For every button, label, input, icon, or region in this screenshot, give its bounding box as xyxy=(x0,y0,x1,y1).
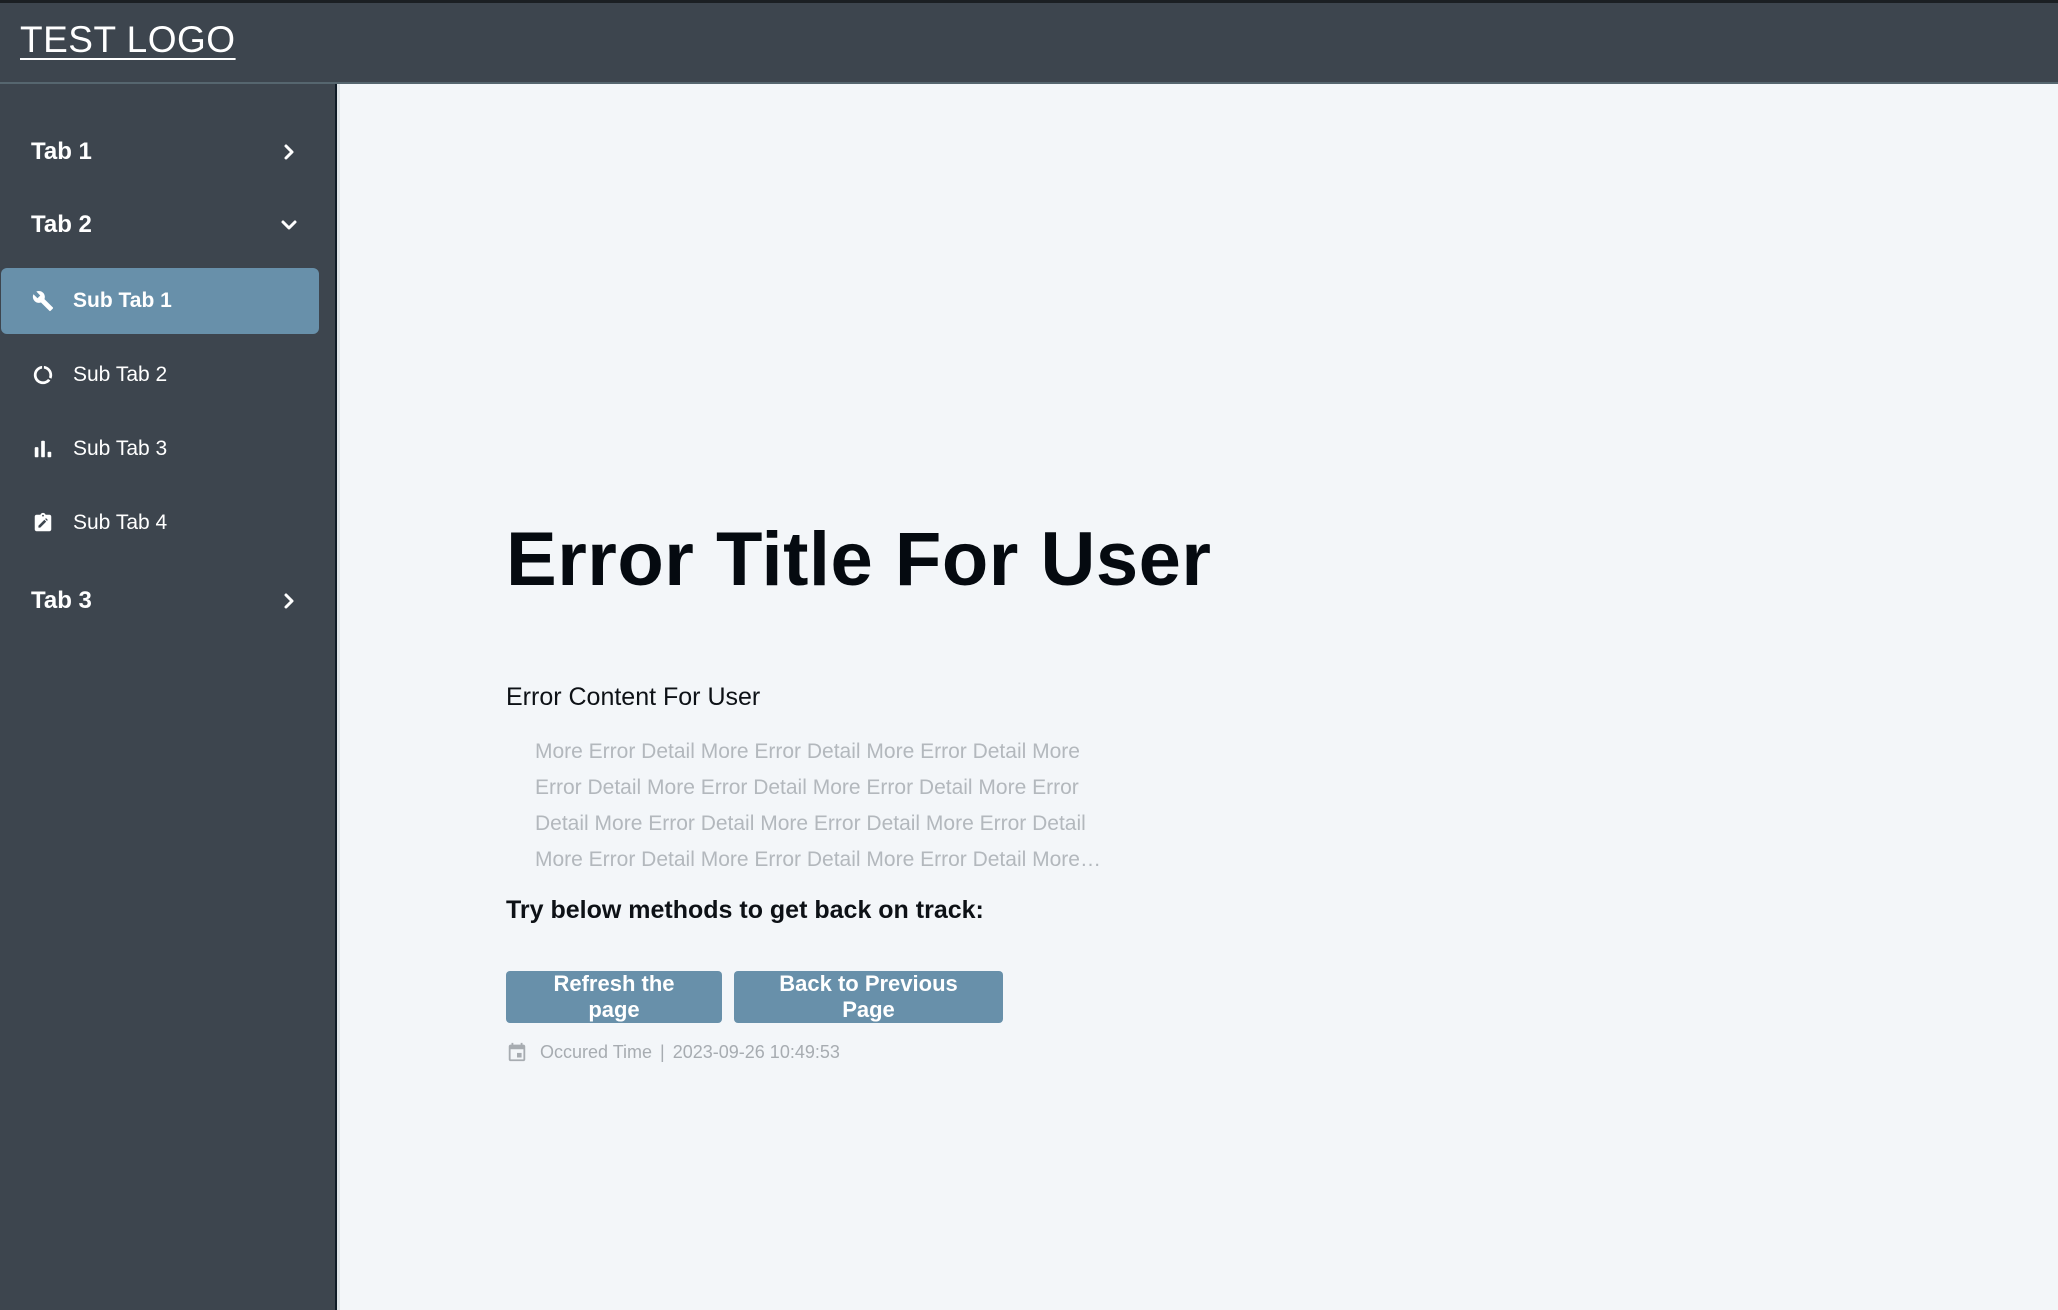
sidebar-subtab-3[interactable]: Sub Tab 3 xyxy=(1,416,319,482)
sidebar-tab-label: Tab 3 xyxy=(31,587,92,614)
refresh-page-button[interactable]: Refresh the page xyxy=(506,971,722,1023)
chevron-down-icon xyxy=(281,220,297,230)
top-header: TEST LOGO xyxy=(0,0,2058,84)
sidebar: Tab 1 Tab 2 Sub Tab 1 Sub Tab 2 Sub Tab … xyxy=(0,84,340,1310)
sidebar-tab-2[interactable]: Tab 2 xyxy=(0,197,335,253)
error-content: Error Content For User xyxy=(506,683,761,711)
sidebar-subtab-2[interactable]: Sub Tab 2 xyxy=(1,342,319,408)
sidebar-tab-1[interactable]: Tab 1 xyxy=(0,124,335,180)
main-content: Error Title For User Error Content For U… xyxy=(340,86,2058,1310)
sidebar-tab-label: Tab 1 xyxy=(31,138,92,165)
chevron-right-icon xyxy=(284,593,294,609)
occurred-time-value: 2023-09-26 10:49:53 xyxy=(672,1041,840,1062)
occurred-time-label: Occured Time xyxy=(540,1041,653,1062)
occurred-time: Occured Time | 2023-09-26 10:49:53 xyxy=(506,1041,840,1063)
logo-link[interactable]: TEST LOGO xyxy=(20,19,236,61)
sidebar-subtab-1[interactable]: Sub Tab 1 xyxy=(1,268,319,334)
sidebar-subtab-label: Sub Tab 4 xyxy=(73,511,168,534)
sidebar-subtab-label: Sub Tab 1 xyxy=(73,289,172,312)
sidebar-subtab-label: Sub Tab 3 xyxy=(73,437,168,460)
sidebar-tab-label: Tab 2 xyxy=(31,211,92,238)
wrench-icon xyxy=(32,291,54,312)
back-previous-page-button[interactable]: Back to Previous Page xyxy=(734,971,1003,1023)
donut-chart-icon xyxy=(33,365,53,385)
occurred-time-separator: | xyxy=(660,1041,665,1062)
bar-chart-icon xyxy=(34,440,52,458)
recovery-instructions: Try below methods to get back on track: xyxy=(506,896,984,924)
sidebar-subtab-4[interactable]: Sub Tab 4 xyxy=(1,490,319,556)
error-detail: More Error Detail More Error Detail More… xyxy=(535,740,1086,871)
calendar-icon xyxy=(508,1042,526,1062)
chevron-right-icon xyxy=(284,144,294,160)
clipboard-edit-icon xyxy=(34,512,52,532)
sidebar-subtab-label: Sub Tab 2 xyxy=(73,363,168,386)
error-title: Error Title For User xyxy=(506,517,1212,602)
sidebar-tab-3[interactable]: Tab 3 xyxy=(0,573,335,629)
